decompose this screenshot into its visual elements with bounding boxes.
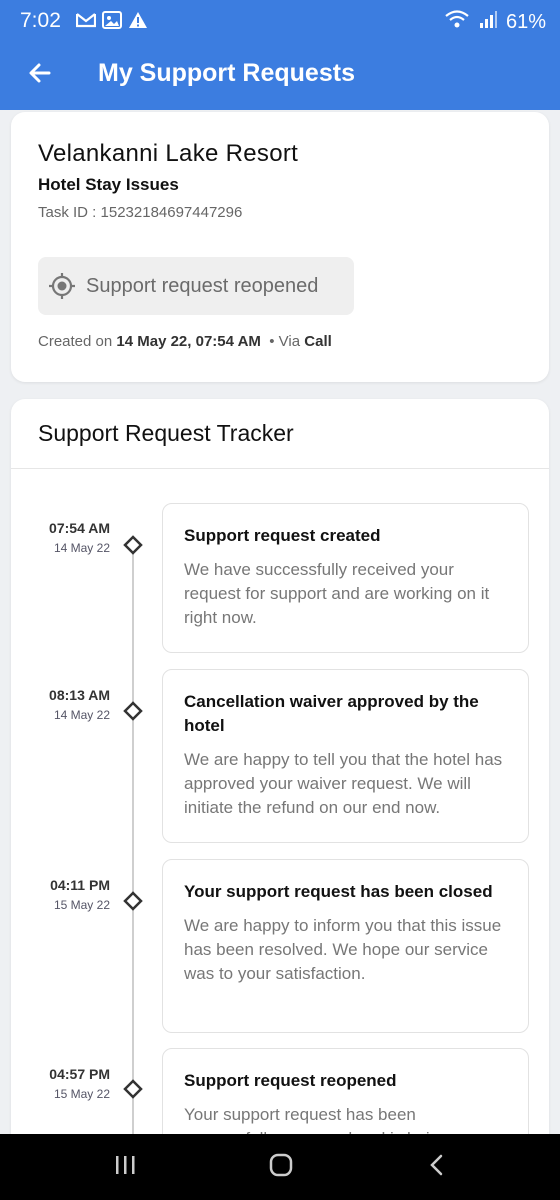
diamond-icon (123, 535, 143, 555)
recent-apps-icon (113, 1154, 137, 1181)
event-date: 14 May 22 (53, 541, 110, 555)
page-title: My Support Requests (98, 59, 355, 87)
timeline-line (132, 537, 134, 1159)
chevron-left-icon (427, 1154, 447, 1181)
event-time: 08:13 AM (49, 687, 110, 703)
status-bar: 7:02 61% (0, 0, 560, 40)
warning-icon (128, 11, 148, 34)
event-date: 15 May 22 (53, 898, 110, 912)
home-icon (268, 1152, 294, 1183)
task-id: Task ID : 15232184697447296 (38, 204, 243, 221)
signal-icon (478, 9, 498, 35)
back-button[interactable] (22, 57, 58, 93)
event-time: 04:57 PM (49, 1066, 110, 1082)
hotel-name: Velankanni Lake Resort (38, 140, 299, 167)
event-title: Support request reopened (184, 1071, 397, 1090)
issue-type: Hotel Stay Issues (38, 175, 179, 194)
timeline-event-card[interactable]: Your support request has been closed We … (162, 859, 529, 1033)
divider (11, 468, 549, 469)
created-date: 14 May 22, 07:54 AM (116, 333, 261, 350)
diamond-icon (123, 1079, 143, 1099)
notification-icons (75, 11, 148, 34)
event-date: 14 May 22 (53, 708, 110, 722)
event-title: Your support request has been closed (184, 882, 493, 901)
event-description: We have successfully received your reque… (184, 560, 490, 627)
system-back-button[interactable] (421, 1152, 453, 1182)
recent-apps-button[interactable] (109, 1152, 141, 1182)
status-chip: Support request reopened (38, 257, 354, 315)
via-channel: Call (304, 333, 332, 350)
diamond-icon (123, 891, 143, 911)
timeline-event-card[interactable]: Cancellation waiver approved by the hote… (162, 669, 529, 843)
created-prefix: Created on (38, 333, 113, 350)
back-arrow-icon (27, 60, 53, 91)
image-icon (102, 11, 122, 34)
tracker-card: Support Request Tracker 07:54 AM 14 May … (11, 399, 549, 1159)
diamond-icon (123, 701, 143, 721)
system-nav-bar (0, 1134, 560, 1200)
tracker-title: Support Request Tracker (38, 420, 294, 446)
timeline-event-card[interactable]: Support request created We have successf… (162, 503, 529, 653)
request-summary-card[interactable]: Velankanni Lake Resort Hotel Stay Issues… (11, 112, 549, 382)
event-title: Support request created (184, 526, 381, 545)
home-button[interactable] (265, 1152, 297, 1182)
status-text: Support request reopened (86, 274, 319, 297)
gmail-icon (75, 12, 97, 33)
event-date: 15 May 22 (53, 1087, 110, 1101)
event-time: 07:54 AM (49, 520, 110, 536)
event-description: We are happy to tell you that the hotel … (184, 750, 503, 817)
via-prefix: • Via (269, 333, 301, 350)
event-description: We are happy to inform you that this iss… (184, 916, 502, 983)
status-time: 7:02 (20, 9, 61, 32)
battery-level: 61% (505, 10, 546, 33)
wifi-icon (444, 9, 470, 35)
event-title: Cancellation waiver approved by the hote… (184, 692, 479, 735)
created-info: Created on 14 May 22, 07:54 AM • Via Cal… (38, 333, 332, 350)
target-icon (48, 272, 76, 300)
app-bar: My Support Requests (0, 40, 560, 110)
status-right: 61% (444, 9, 546, 35)
event-time: 04:11 PM (50, 877, 110, 893)
